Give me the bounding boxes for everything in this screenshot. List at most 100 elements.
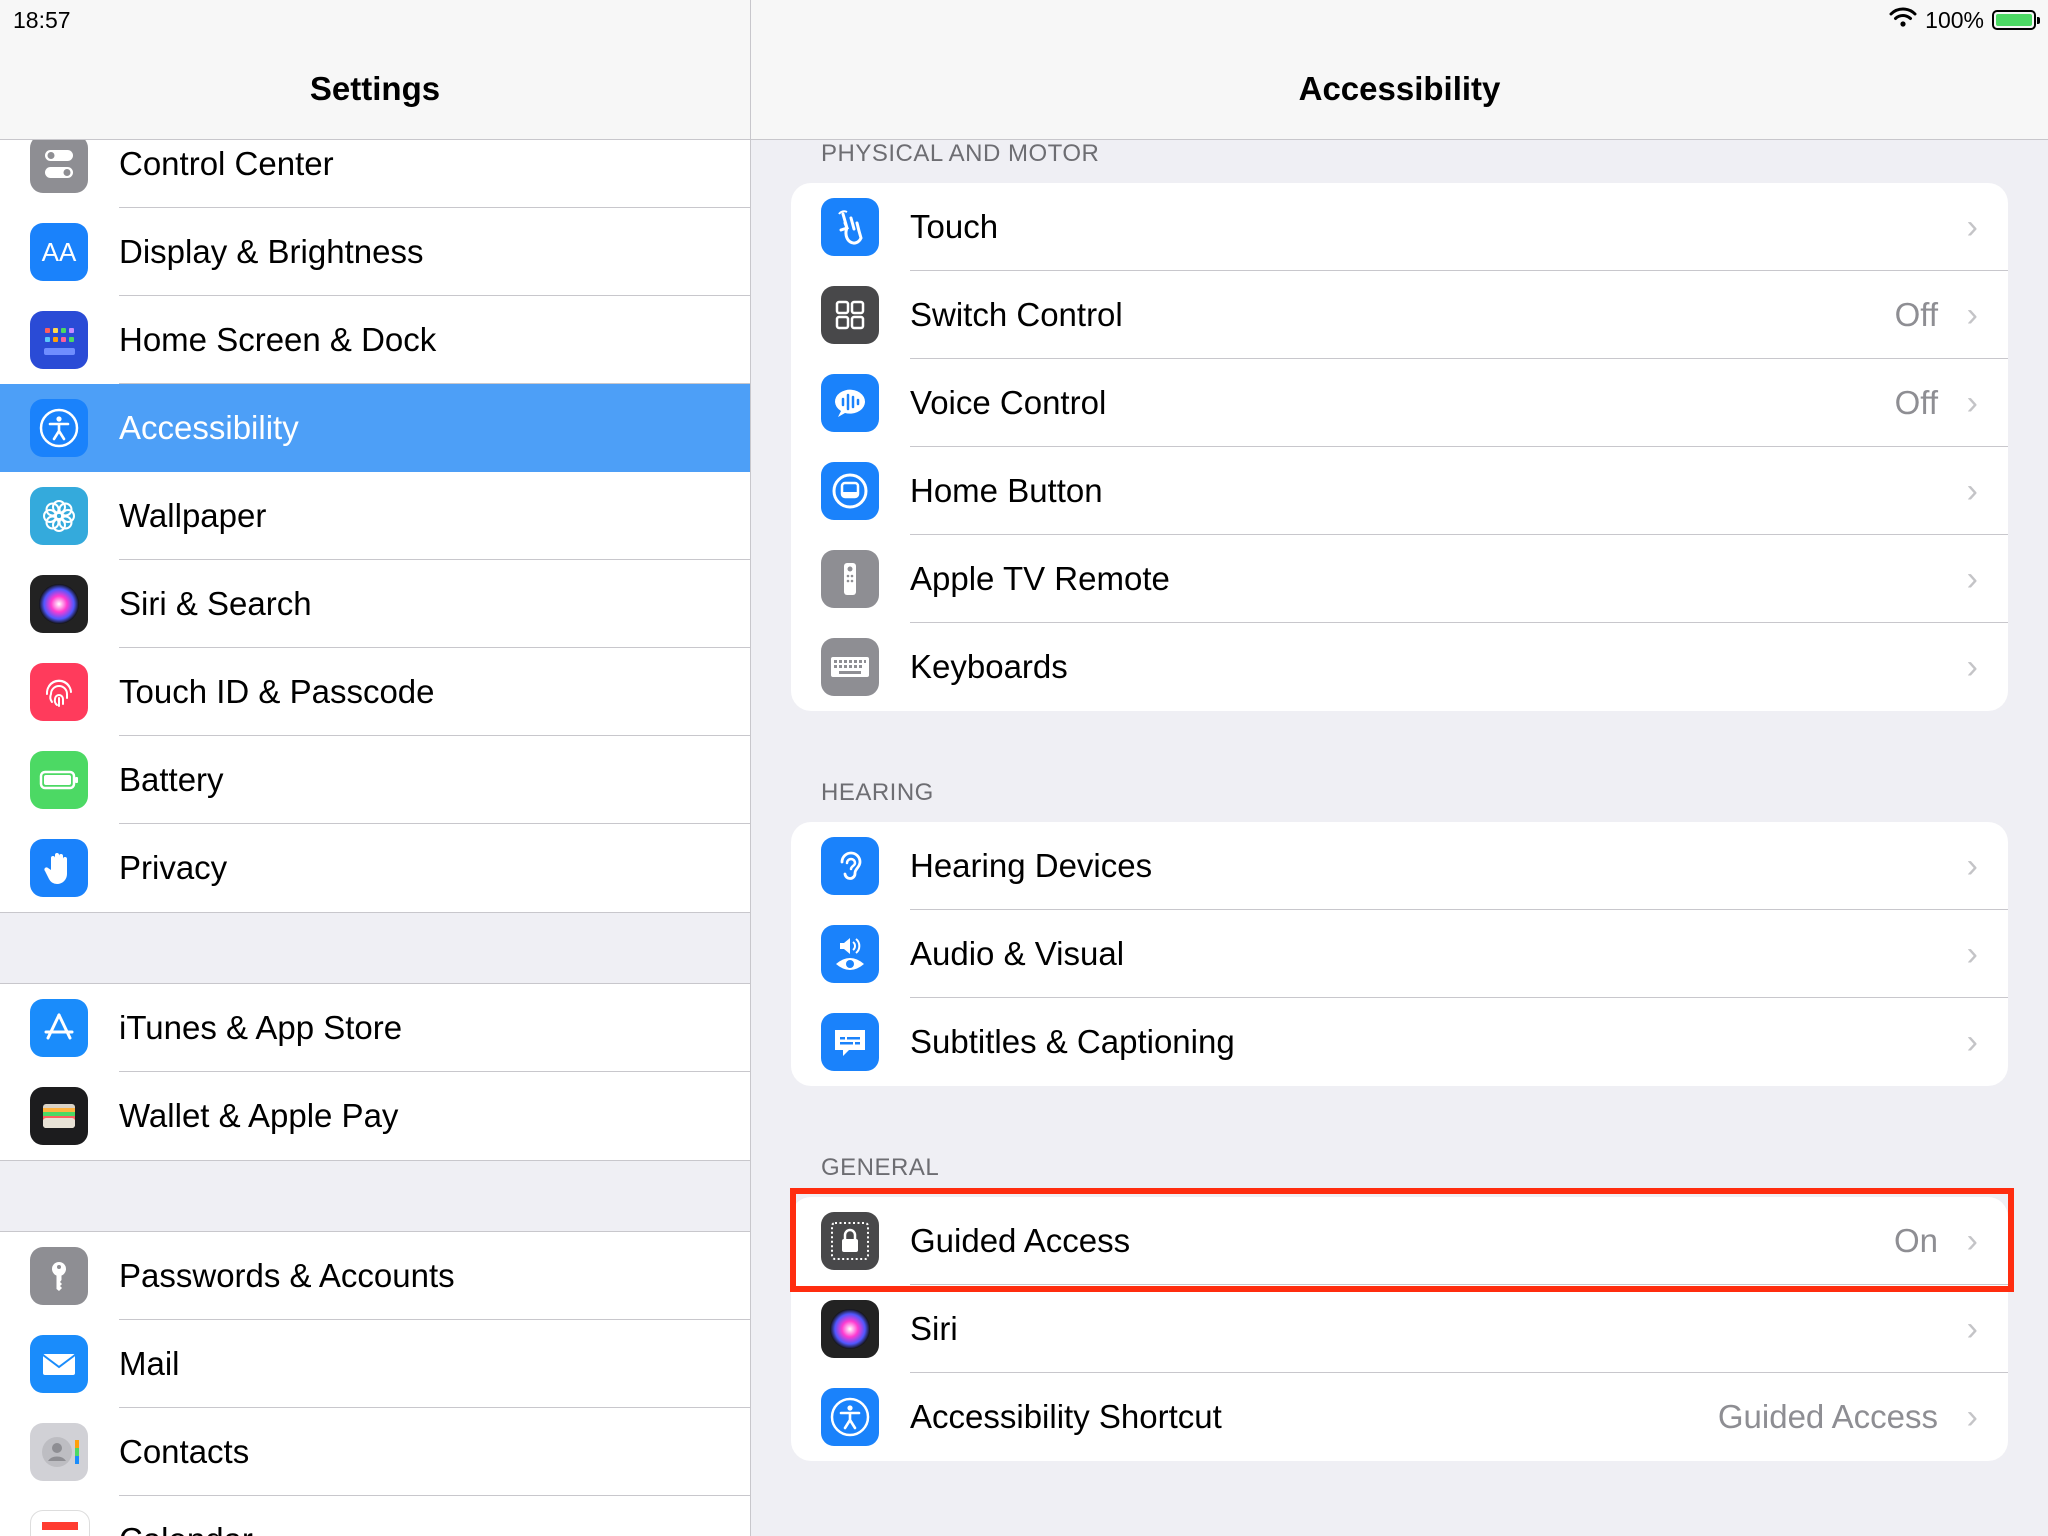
row-value: Off: [1895, 271, 1938, 359]
sidebar-item-label: Accessibility: [119, 409, 299, 447]
contacts-icon: [30, 1423, 88, 1481]
page-title: Settings: [0, 70, 750, 108]
sidebar-item-label: Mail: [119, 1345, 180, 1383]
row-label: Home Button: [910, 447, 1103, 535]
keyboard-icon: [821, 638, 879, 696]
accessibility-icon: [821, 1388, 879, 1446]
home-button-icon: [821, 462, 879, 520]
physical-motor-group: Touch › Switch Control Off › Voice Contr…: [791, 183, 2008, 711]
group-gap: [0, 913, 750, 983]
sidebar-item-mail[interactable]: Mail: [0, 1320, 750, 1408]
row-switch-control[interactable]: Switch Control Off ›: [791, 271, 2008, 359]
section-header-general: GENERAL: [821, 1154, 939, 1182]
audio-visual-icon: [821, 925, 879, 983]
sidebar-item-contacts[interactable]: Contacts: [0, 1408, 750, 1496]
settings-group-3: Passwords & Accounts Mail Contacts: [0, 1231, 750, 1536]
row-label: Touch: [910, 183, 998, 271]
chevron-right-icon: ›: [1967, 910, 1978, 998]
sidebar-item-wallet-apple-pay[interactable]: Wallet & Apple Pay: [0, 1072, 750, 1160]
row-keyboards[interactable]: Keyboards ›: [791, 623, 2008, 711]
row-label: Switch Control: [910, 271, 1123, 359]
chevron-right-icon: ›: [1967, 822, 1978, 910]
siri-icon: [30, 575, 88, 633]
sidebar-item-calendar[interactable]: Calendar: [0, 1496, 750, 1536]
row-value: Guided Access: [1718, 1373, 1938, 1461]
row-label: Keyboards: [910, 623, 1068, 711]
section-header-hearing: HEARING: [821, 779, 934, 807]
row-label: Accessibility Shortcut: [910, 1373, 1222, 1461]
status-time: 18:57: [13, 7, 71, 34]
sidebar-item-passwords-accounts[interactable]: Passwords & Accounts: [0, 1232, 750, 1320]
sidebar-item-label: Wallet & Apple Pay: [119, 1097, 398, 1135]
sidebar-item-display-brightness[interactable]: AA Display & Brightness: [0, 208, 750, 296]
section-header-physical-motor: PHYSICAL AND MOTOR: [821, 140, 1099, 168]
app-store-icon: [30, 999, 88, 1057]
sidebar-item-itunes-app-store[interactable]: iTunes & App Store: [0, 984, 750, 1072]
battery-percent: 100%: [1925, 7, 1984, 34]
sidebar-item-battery[interactable]: Battery: [0, 736, 750, 824]
sidebar-item-siri-search[interactable]: Siri & Search: [0, 560, 750, 648]
detail-title: Accessibility: [751, 70, 2048, 108]
detail-header: Accessibility: [751, 0, 2048, 140]
subtitles-icon: [821, 1013, 879, 1071]
chevron-right-icon: ›: [1967, 183, 1978, 271]
row-label: Hearing Devices: [910, 822, 1152, 910]
row-label: Siri: [910, 1285, 958, 1373]
wifi-icon: [1889, 6, 1917, 34]
touch-icon: [821, 198, 879, 256]
chevron-right-icon: ›: [1967, 1285, 1978, 1373]
sidebar-item-label: Passwords & Accounts: [119, 1257, 455, 1295]
row-touch[interactable]: Touch ›: [791, 183, 2008, 271]
settings-group-1: Control Center AA Display & Brightness H…: [0, 120, 750, 913]
row-accessibility-shortcut[interactable]: Accessibility Shortcut Guided Access ›: [791, 1373, 2008, 1461]
sidebar-header: Settings: [0, 0, 750, 140]
row-label: Subtitles & Captioning: [910, 998, 1235, 1086]
sidebar-item-label: Home Screen & Dock: [119, 321, 436, 359]
battery-icon: [30, 751, 88, 809]
sidebar-item-label: Contacts: [119, 1433, 249, 1471]
row-subtitles-captioning[interactable]: Subtitles & Captioning ›: [791, 998, 2008, 1086]
battery-status-icon: [1992, 10, 2036, 30]
ear-icon: [821, 837, 879, 895]
sidebar-item-label: Calendar: [119, 1521, 253, 1536]
voice-control-icon: [821, 374, 879, 432]
row-value: Off: [1895, 359, 1938, 447]
home-screen-icon: [30, 311, 88, 369]
sidebar-item-label: Display & Brightness: [119, 233, 423, 271]
sidebar-item-accessibility[interactable]: Accessibility: [0, 384, 750, 472]
chevron-right-icon: ›: [1967, 447, 1978, 535]
hand-icon: [30, 839, 88, 897]
chevron-right-icon: ›: [1967, 1373, 1978, 1461]
sidebar-item-privacy[interactable]: Privacy: [0, 824, 750, 912]
row-audio-visual[interactable]: Audio & Visual ›: [791, 910, 2008, 998]
chevron-right-icon: ›: [1967, 359, 1978, 447]
sidebar-item-touch-id-passcode[interactable]: Touch ID & Passcode: [0, 648, 750, 736]
row-siri[interactable]: Siri ›: [791, 1285, 2008, 1373]
sidebar-item-home-screen-dock[interactable]: Home Screen & Dock: [0, 296, 750, 384]
group-gap: [0, 1161, 750, 1231]
sidebar-item-wallpaper[interactable]: Wallpaper: [0, 472, 750, 560]
hearing-group: Hearing Devices › Audio & Visual › Subti…: [791, 822, 2008, 1086]
row-home-button[interactable]: Home Button ›: [791, 447, 2008, 535]
chevron-right-icon: ›: [1967, 535, 1978, 623]
control-center-icon: [30, 135, 88, 193]
sidebar-item-label: Privacy: [119, 849, 227, 887]
row-apple-tv-remote[interactable]: Apple TV Remote ›: [791, 535, 2008, 623]
row-voice-control[interactable]: Voice Control Off ›: [791, 359, 2008, 447]
mail-icon: [30, 1335, 88, 1393]
settings-list: Control Center AA Display & Brightness H…: [0, 120, 750, 1536]
display-icon: AA: [30, 223, 88, 281]
settings-sidebar: Control Center AA Display & Brightness H…: [0, 0, 751, 1536]
accessibility-detail: Accessibility PHYSICAL AND MOTOR Touch ›…: [751, 0, 2048, 1536]
row-label: Apple TV Remote: [910, 535, 1170, 623]
sidebar-item-label: Wallpaper: [119, 497, 266, 535]
sidebar-item-label: iTunes & App Store: [119, 1009, 402, 1047]
sidebar-item-label: Touch ID & Passcode: [119, 673, 435, 711]
row-hearing-devices[interactable]: Hearing Devices ›: [791, 822, 2008, 910]
chevron-right-icon: ›: [1967, 623, 1978, 711]
key-icon: [30, 1247, 88, 1305]
switch-control-icon: [821, 286, 879, 344]
remote-icon: [821, 550, 879, 608]
fingerprint-icon: [30, 663, 88, 721]
siri-icon: [821, 1300, 879, 1358]
